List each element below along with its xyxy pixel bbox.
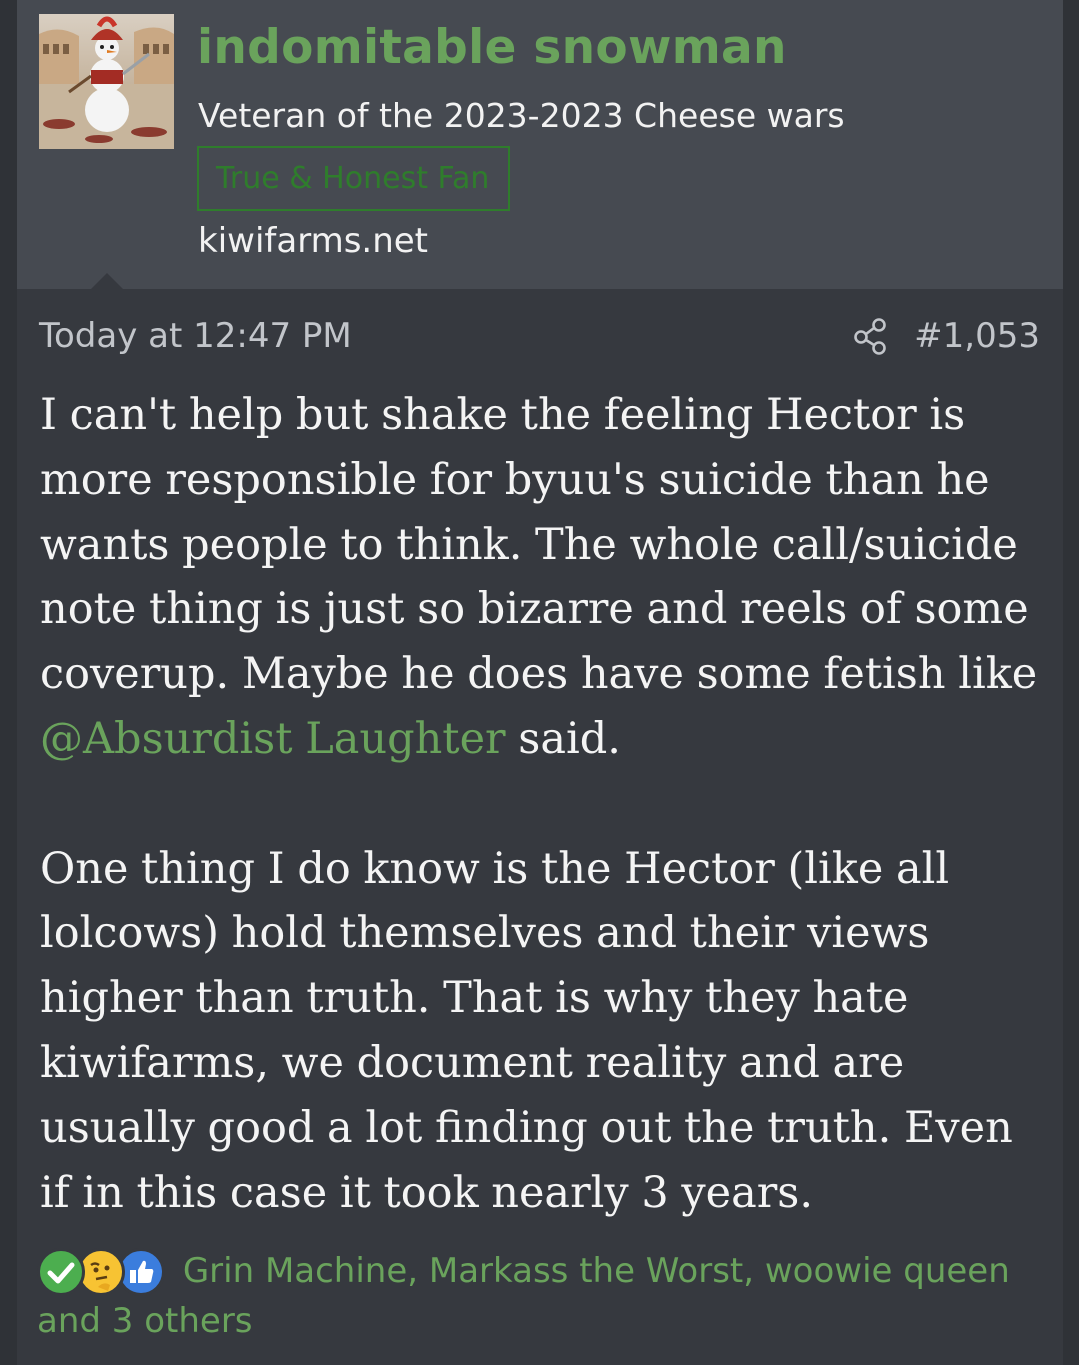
user-site: kiwifarms.net xyxy=(198,221,429,261)
post-message: I can't help but shake the feeling Hecto… xyxy=(40,383,1050,1225)
user-mention-link[interactable]: @Absurdist Laughter xyxy=(40,714,506,764)
post-user-header: indomitable snowman Veteran of the 2023-… xyxy=(17,0,1063,289)
message-text: I can't help but shake the feeling Hecto… xyxy=(40,390,1038,700)
message-paragraph: I can't help but shake the feeling Hecto… xyxy=(40,383,1050,772)
check-icon xyxy=(37,1248,85,1296)
message-paragraph: One thing I do know is the Hector (like … xyxy=(40,843,1013,1218)
avatar[interactable] xyxy=(39,14,174,149)
user-banner: True & Honest Fan xyxy=(197,146,510,211)
snowman-gladiator-avatar-icon xyxy=(39,14,174,149)
reaction-users-link[interactable]: Grin Machine, Markass the Worst, woowie … xyxy=(37,1251,1010,1341)
reactions-bar: Grin Machine, Markass the Worst, woowie … xyxy=(37,1246,1047,1346)
share-icon[interactable] xyxy=(853,316,889,356)
reaction-icons[interactable] xyxy=(37,1246,172,1296)
header-pointer xyxy=(91,273,123,289)
post-timestamp[interactable]: Today at 12:47 PM xyxy=(39,316,352,356)
username[interactable]: indomitable snowman xyxy=(197,20,787,75)
user-title: Veteran of the 2023-2023 Cheese wars xyxy=(198,96,845,135)
post-number[interactable]: #1,053 xyxy=(914,316,1040,356)
forum-post: indomitable snowman Veteran of the 2023-… xyxy=(17,0,1063,1365)
message-text: said. xyxy=(505,713,621,764)
